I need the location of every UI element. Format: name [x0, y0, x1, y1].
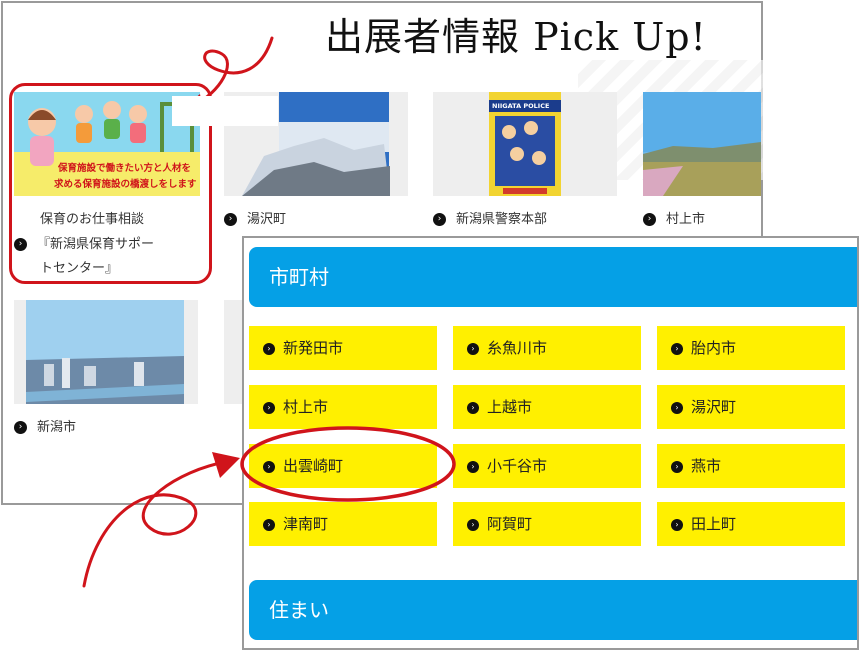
- exhibitor-card-image-murakami[interactable]: [643, 92, 761, 196]
- exhibitor-label-murakami[interactable]: › 村上市: [643, 208, 705, 227]
- municipality-button-tainai[interactable]: › 胎内市: [657, 326, 845, 370]
- municipality-button-tsunan[interactable]: › 津南町: [249, 502, 437, 546]
- city-photo: [26, 300, 184, 404]
- exhibitor-label-yuzawa[interactable]: › 湯沢町: [224, 208, 286, 227]
- exhibitor-card-image-niigata-city[interactable]: [14, 300, 198, 404]
- circle-chevron-right-icon: ›: [671, 401, 683, 414]
- snowy-mountain-photo: [242, 92, 390, 196]
- circle-chevron-right-icon: ›: [671, 460, 683, 473]
- circle-chevron-right-icon: ›: [467, 401, 479, 414]
- annotation-highlight-box: [9, 83, 212, 284]
- municipality-button-shibata[interactable]: › 新発田市: [249, 326, 437, 370]
- circle-chevron-right-icon: ›: [671, 342, 683, 355]
- municipality-section-header[interactable]: 市町村: [249, 247, 857, 307]
- page-title: 出展者情報 Pick Up!: [325, 15, 707, 59]
- circle-chevron-right-icon: ›: [14, 421, 27, 434]
- exhibitor-card-image-partial[interactable]: [224, 300, 242, 404]
- circle-chevron-right-icon: ›: [467, 342, 479, 355]
- municipality-button-tsubame[interactable]: › 燕市: [657, 444, 845, 488]
- municipality-button-joetsu[interactable]: › 上越市: [453, 385, 641, 429]
- countryside-photo: [643, 92, 761, 196]
- municipality-button-aga[interactable]: › 阿賀町: [453, 502, 641, 546]
- circle-chevron-right-icon: ›: [467, 460, 479, 473]
- circle-chevron-right-icon: ›: [263, 401, 275, 414]
- housing-section-header[interactable]: 住まい: [249, 580, 857, 640]
- exhibitor-label-police[interactable]: › 新潟県警察本部: [433, 208, 547, 227]
- circle-chevron-right-icon: ›: [671, 518, 683, 531]
- circle-chevron-right-icon: ›: [263, 342, 275, 355]
- circle-chevron-right-icon: ›: [433, 213, 446, 226]
- municipality-button-ojiya[interactable]: › 小千谷市: [453, 444, 641, 488]
- circle-chevron-right-icon: ›: [643, 213, 656, 226]
- police-poster-text: NIIGATA POLICE: [492, 102, 550, 110]
- exhibitor-card-image-yuzawa[interactable]: [224, 92, 408, 196]
- circle-chevron-right-icon: ›: [263, 518, 275, 531]
- municipality-button-tagami[interactable]: › 田上町: [657, 502, 845, 546]
- municipality-button-itoigawa[interactable]: › 糸魚川市: [453, 326, 641, 370]
- municipality-button-yuzawa[interactable]: › 湯沢町: [657, 385, 845, 429]
- municipality-button-izumozaki[interactable]: › 出雲崎町: [249, 444, 437, 488]
- municipality-panel: 市町村 › 新発田市 › 糸魚川市 › 胎内市 › 村上市 › 上越市 › 湯沢町 › 出雲崎…: [242, 236, 859, 650]
- exhibitor-card-image-police[interactable]: NIIGATA POLICE: [433, 92, 617, 196]
- circle-chevron-right-icon: ›: [263, 460, 275, 473]
- exhibitor-label-niigata-city[interactable]: › 新潟市: [14, 416, 76, 435]
- municipality-button-murakami[interactable]: › 村上市: [249, 385, 437, 429]
- circle-chevron-right-icon: ›: [224, 213, 237, 226]
- circle-chevron-right-icon: ›: [467, 518, 479, 531]
